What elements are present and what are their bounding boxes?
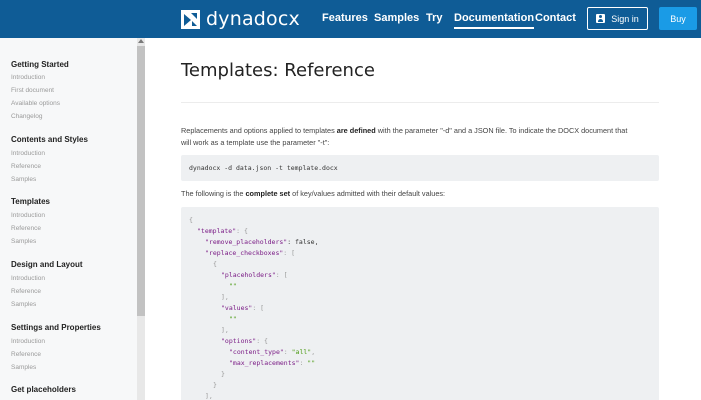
sidebar-item-first-document[interactable]: First document [11, 87, 54, 95]
command-text: dynadocx -d data.json -t template.docx [189, 164, 338, 172]
sidebar-item-samples[interactable]: Samples [11, 176, 36, 184]
intro-text: will work as a template use the paramete… [181, 138, 330, 147]
code-line: "" [229, 315, 237, 323]
dynadocx-logo-icon [181, 9, 200, 29]
code-line: } [213, 381, 217, 389]
set-bold-text: complete set [245, 189, 291, 198]
intro-bold-text: are defined [336, 126, 376, 135]
intro-text: with the parameter "-d" and a JSON file.… [375, 126, 628, 135]
docs-sidebar: Getting Started Introduction First docum… [0, 38, 145, 400]
nav-samples[interactable]: Samples [374, 12, 419, 25]
sidebar-item-introduction[interactable]: Introduction [11, 74, 45, 82]
sidebar-section-title: Templates [11, 197, 50, 206]
code-line: "placeholders": [ [221, 271, 288, 279]
sidebar-section-getting-started: Getting Started Introduction First docum… [11, 60, 69, 120]
sidebar-section-title: Design and Layout [11, 260, 83, 269]
command-code-block: dynadocx -d data.json -t template.docx [181, 155, 659, 181]
sidebar-section-title: Getting Started [11, 60, 69, 69]
code-line: { [189, 216, 193, 224]
buy-label: Buy [670, 13, 686, 24]
sidebar-item-introduction[interactable]: Introduction [11, 150, 45, 158]
set-paragraph: The following is the complete set of key… [181, 188, 661, 200]
sidebar-item-introduction[interactable]: Introduction [11, 212, 45, 220]
nav-try[interactable]: Try [426, 12, 443, 25]
sidebar-section-title: Get placeholders [11, 385, 76, 394]
sidebar-section-settings-properties: Settings and Properties Introduction Ref… [11, 323, 101, 371]
sidebar-item-reference[interactable]: Reference [11, 351, 41, 359]
title-divider [181, 102, 659, 103]
sidebar-item-available-options[interactable]: Available options [11, 100, 60, 108]
user-icon [596, 14, 606, 23]
code-line: "template": { [197, 227, 248, 235]
code-line: "remove_placeholders": false, [205, 238, 319, 246]
brand-logo[interactable]: dynadocx [181, 8, 300, 30]
sidebar-item-reference[interactable]: Reference [11, 225, 41, 233]
sidebar-section-contents-styles: Contents and Styles Introduction Referen… [11, 135, 88, 183]
intro-paragraph: Replacements and options applied to temp… [181, 125, 661, 149]
top-navbar: dynadocx Features Samples Try Documentat… [0, 0, 701, 38]
code-line: ], [221, 293, 229, 301]
sign-in-label: Sign in [611, 13, 639, 24]
nav-features[interactable]: Features [322, 12, 368, 25]
code-line: { [213, 260, 217, 268]
sidebar-item-samples[interactable]: Samples [11, 301, 36, 309]
intro-text: Replacements and options applied to temp… [181, 126, 337, 135]
code-line: ], [205, 392, 213, 400]
json-code-block: { "template": { "remove_placeholders": f… [181, 207, 659, 400]
sidebar-item-introduction[interactable]: Introduction [11, 275, 45, 283]
set-text: The following is the [181, 189, 246, 198]
page-title: Templates: Reference [181, 60, 375, 81]
sidebar-item-reference[interactable]: Reference [11, 288, 41, 296]
buy-button[interactable]: Buy [659, 7, 697, 30]
sidebar-item-reference[interactable]: Reference [11, 163, 41, 171]
code-line: "values": [ [221, 304, 265, 312]
code-line: ], [221, 326, 229, 334]
sidebar-section-templates: Templates Introduction Reference Samples [11, 197, 50, 245]
code-line: } [221, 370, 225, 378]
code-line: "replace_checkboxes": [ [205, 249, 296, 257]
code-line: "max_replacements": "" [229, 359, 316, 367]
code-line: "" [229, 282, 237, 290]
sidebar-scrollbar[interactable] [137, 38, 145, 400]
nav-contact[interactable]: Contact [535, 12, 576, 25]
sign-in-button[interactable]: Sign in [587, 7, 648, 30]
main-content: Templates: Reference Replacements and op… [145, 38, 701, 400]
sidebar-item-samples[interactable]: Samples [11, 238, 36, 246]
set-text: of key/values admitted with their defaul… [290, 189, 446, 198]
sidebar-section-design-layout: Design and Layout Introduction Reference… [11, 260, 83, 308]
code-line: "content_type": "all", [229, 348, 316, 356]
scroll-up-arrow-icon[interactable] [138, 39, 144, 43]
brand-name: dynadocx [206, 8, 300, 30]
sidebar-section-get-placeholders: Get placeholders [11, 385, 76, 395]
sidebar-section-title: Contents and Styles [11, 135, 88, 144]
sidebar-section-title: Settings and Properties [11, 323, 101, 332]
scrollbar-thumb[interactable] [137, 46, 145, 316]
code-line: "options": { [221, 337, 268, 345]
nav-documentation[interactable]: Documentation [454, 12, 535, 29]
sidebar-item-changelog[interactable]: Changelog [11, 113, 42, 121]
sidebar-item-samples[interactable]: Samples [11, 364, 36, 372]
sidebar-item-introduction[interactable]: Introduction [11, 338, 45, 346]
